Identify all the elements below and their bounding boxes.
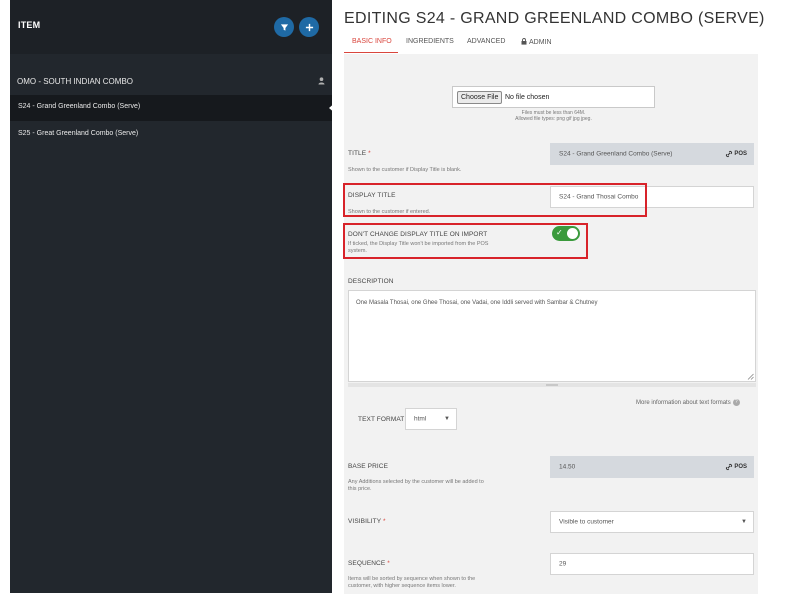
pos-tag: POS [725, 150, 747, 158]
visibility-value: Visible to customer [559, 518, 614, 526]
base-price-hint-2: this price. [348, 486, 372, 492]
file-hint-types: Allowed file types: png gif jpg jpeg. [515, 116, 592, 122]
filter-button[interactable] [274, 17, 294, 37]
textarea-resize-bar[interactable] [348, 383, 756, 387]
text-format-select[interactable]: html ▼ [405, 408, 457, 430]
sidebar-item-label: S24 - Grand Greenland Combo (Serve) [18, 103, 141, 110]
lock-icon [521, 38, 527, 45]
sidebar-header: ITEM [10, 0, 332, 54]
add-item-button[interactable] [299, 17, 319, 37]
title-label: TITLE * [348, 150, 371, 157]
file-status: No file chosen [505, 94, 550, 101]
description-label: DESCRIPTION [348, 278, 394, 285]
active-tab-underline [344, 52, 398, 53]
plus-icon [305, 23, 313, 31]
highlight-display-title [343, 183, 647, 217]
sequence-hint-2: customer, with higher sequence items low… [348, 583, 456, 589]
text-format-value: html [414, 415, 427, 423]
link-icon [726, 150, 733, 158]
chevron-down-icon: ▼ [444, 416, 450, 422]
chevron-down-icon: ▼ [741, 519, 747, 525]
sidebar-item-label: S25 - Great Greenland Combo (Serve) [18, 130, 139, 137]
visibility-label: VISIBILITY * [348, 518, 386, 525]
tab-advanced[interactable]: ADVANCED [467, 38, 505, 45]
description-textarea[interactable]: One Masala Thosai, one Ghee Thosai, one … [348, 290, 756, 382]
base-price-label: BASE PRICE [348, 463, 389, 470]
page-title: EDITING S24 - GRAND GREENLAND COMBO (SER… [344, 10, 765, 27]
filter-icon [280, 23, 288, 31]
title-field: S24 - Grand Greenland Combo (Serve) POS [550, 143, 754, 165]
help-icon: ? [732, 399, 740, 406]
choose-file-button[interactable]: Choose File [457, 91, 503, 104]
sequence-hint-1: Items will be sorted by sequence when sh… [348, 576, 476, 582]
more-info-label: More information about text formats [636, 399, 731, 406]
sequence-label: SEQUENCE * [348, 560, 390, 567]
base-price-hint-1: Any Additions selected by the customer w… [348, 479, 484, 485]
base-price-value: 14.50 [559, 463, 576, 471]
title-hint: Shown to the customer if Display Title i… [348, 167, 462, 173]
resize-grip-icon[interactable] [747, 373, 754, 380]
sequence-input[interactable]: 29 [550, 553, 754, 575]
sequence-value: 29 [559, 560, 567, 568]
active-indicator [329, 102, 336, 114]
sidebar: ITEM OMO - SOUTH INDIAN COMBO S24 - Gran… [10, 0, 336, 593]
sidebar-item-s24[interactable]: S24 - Grand Greenland Combo (Serve) [10, 95, 336, 121]
file-upload: Choose File No file chosen [452, 86, 655, 108]
description-value: One Masala Thosai, one Ghee Thosai, one … [356, 300, 598, 306]
tab-admin-label: ADMIN [529, 39, 552, 46]
text-format-label: TEXT FORMAT [358, 416, 405, 423]
resize-handle [546, 384, 558, 386]
visibility-select[interactable]: Visible to customer ▼ [550, 511, 754, 533]
sidebar-title: ITEM [18, 20, 41, 30]
link-icon [726, 463, 733, 471]
sidebar-group-label: OMO - SOUTH INDIAN COMBO [17, 77, 133, 86]
pos-tag: POS [725, 463, 747, 471]
sidebar-item-s25[interactable]: S25 - Great Greenland Combo (Serve) [10, 122, 332, 148]
more-info-link[interactable]: More information about text formats ? [636, 399, 740, 406]
highlight-dont-change [343, 223, 588, 259]
sidebar-group[interactable]: OMO - SOUTH INDIAN COMBO [10, 72, 332, 92]
base-price-field: 14.50 POS [550, 456, 754, 478]
tab-admin[interactable]: ADMIN [521, 38, 552, 46]
tab-ingredients[interactable]: INGREDIENTS [406, 38, 454, 45]
person-icon [318, 77, 325, 85]
tab-basic-info[interactable]: BASIC INFO [352, 38, 392, 45]
title-value: S24 - Grand Greenland Combo (Serve) [559, 150, 673, 158]
